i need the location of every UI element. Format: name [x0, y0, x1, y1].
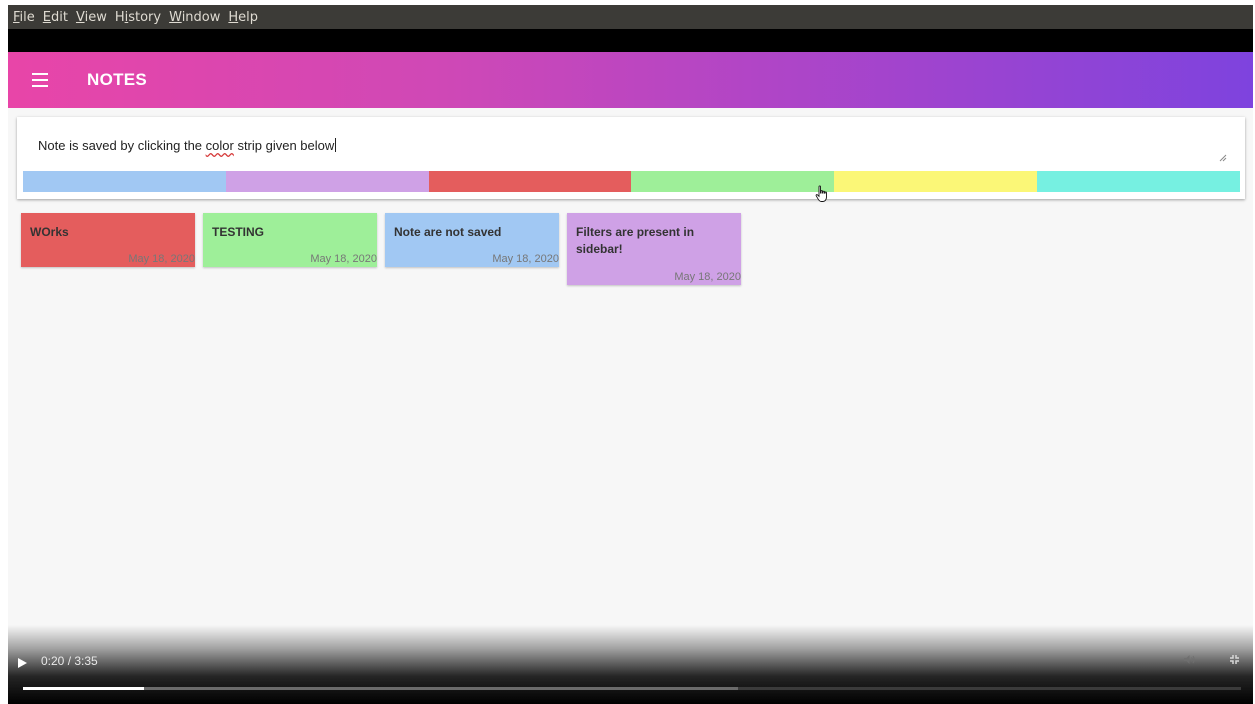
app-title: NOTES [87, 70, 148, 89]
menu-window[interactable]: Window [169, 10, 220, 25]
video-played [23, 687, 144, 690]
video-progress-bar[interactable] [23, 687, 1241, 690]
color-swatch-green[interactable] [631, 171, 835, 192]
menu-view[interactable]: View [76, 10, 107, 25]
note-date: May 18, 2020 [492, 253, 559, 265]
note-title: Note are not saved [394, 225, 502, 239]
note-date: May 18, 2020 [310, 253, 377, 265]
color-swatch-blue[interactable] [23, 171, 226, 192]
play-icon[interactable] [18, 658, 27, 668]
note-title: WOrks [30, 225, 69, 239]
volume-icon[interactable] [1183, 654, 1196, 668]
misspelled-word: color [205, 138, 234, 153]
color-strip [23, 171, 1240, 192]
note-date: May 18, 2020 [128, 253, 195, 265]
menu-file[interactable]: File [13, 10, 35, 25]
hamburger-icon[interactable] [32, 73, 48, 87]
note-title: Filters are present in sidebar! [576, 225, 695, 256]
window-frame: File Edit View History Window Help NOTES… [8, 5, 1253, 704]
menu-bar: File Edit View History Window Help [8, 5, 1253, 29]
note-card[interactable]: TESTING May 18, 2020 [203, 213, 377, 267]
menu-edit[interactable]: Edit [43, 10, 68, 25]
app-bar: NOTES [8, 52, 1253, 108]
notes-app: NOTES Note is saved by clicking the colo… [8, 52, 1253, 704]
note-card[interactable]: WOrks May 18, 2020 [21, 213, 195, 267]
color-swatch-red[interactable] [428, 171, 632, 192]
note-title: TESTING [212, 225, 265, 239]
note-date: May 18, 2020 [674, 271, 741, 283]
note-input[interactable]: Note is saved by clicking the color stri… [38, 138, 337, 153]
note-composer: Note is saved by clicking the color stri… [17, 117, 1245, 199]
text-caret [335, 138, 337, 152]
video-controls: 0:20 / 3:35 [8, 625, 1253, 704]
resize-handle-icon[interactable] [1219, 154, 1227, 162]
video-letterbox-top [8, 29, 1253, 52]
color-swatch-cyan[interactable] [1037, 171, 1240, 192]
menu-history[interactable]: History [115, 10, 161, 25]
menu-help[interactable]: Help [228, 10, 258, 25]
hand-cursor-icon [815, 185, 829, 203]
note-card[interactable]: Note are not saved May 18, 2020 [385, 213, 559, 267]
color-swatch-purple[interactable] [225, 171, 429, 192]
note-card[interactable]: Filters are present in sidebar! May 18, … [567, 213, 741, 285]
exit-fullscreen-icon[interactable] [1229, 654, 1240, 668]
video-time: 0:20 / 3:35 [41, 654, 98, 668]
color-swatch-yellow[interactable] [834, 171, 1038, 192]
